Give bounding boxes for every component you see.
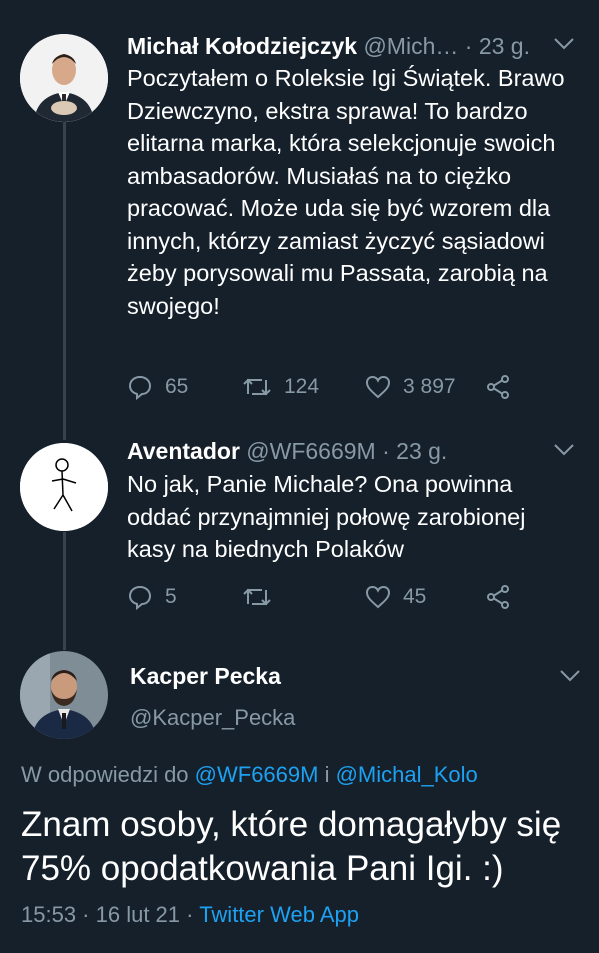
author-handle[interactable]: @WF6669M	[246, 438, 375, 464]
avatar[interactable]	[20, 651, 108, 739]
share-icon	[487, 375, 509, 399]
author-handle[interactable]: @Kacper_Pecka	[130, 705, 295, 731]
reply-count: 5	[165, 585, 177, 608]
separator: ·	[458, 33, 479, 59]
avatar[interactable]	[20, 34, 108, 122]
reply-icon	[128, 375, 152, 400]
timestamp[interactable]: 23 g.	[396, 438, 447, 464]
tweet-text: Znam osoby, które domagałyby się 75% opo…	[21, 805, 562, 888]
author-name[interactable]: Kacper Pecka	[130, 663, 281, 690]
separator: ·	[76, 902, 96, 927]
mention-link[interactable]: @Michal_Kolo	[336, 762, 478, 787]
retweet-button[interactable]	[242, 584, 365, 610]
tweet-date[interactable]: 16 lut 21	[96, 902, 180, 927]
reply-button[interactable]: 65	[127, 374, 242, 400]
chevron-down-icon[interactable]	[553, 37, 575, 56]
thread-line	[63, 122, 66, 440]
share-icon	[487, 585, 509, 609]
tweet-actions: 65 124 3 897	[127, 372, 511, 402]
share-button[interactable]	[485, 584, 511, 610]
tweet-text: No jak, Panie Michale? Ona powinna oddać…	[127, 471, 526, 562]
tweet-text: Poczytałem o Roleksie Igi Świątek. Brawo…	[127, 65, 565, 319]
author-handle[interactable]: @Mich…	[363, 33, 458, 59]
like-count: 45	[403, 585, 427, 608]
tweet-meta: 15:53 · 16 lut 21 · Twitter Web App	[21, 902, 359, 928]
timestamp[interactable]: 23 g.	[479, 33, 530, 59]
retweet-count: 124	[284, 375, 320, 398]
chevron-down-icon[interactable]	[553, 443, 575, 462]
like-icon	[365, 375, 391, 399]
retweet-icon	[243, 588, 271, 606]
chevron-down-icon[interactable]	[559, 669, 581, 688]
tweet-header: Aventador @WF6669M · 23 g.	[127, 438, 447, 465]
mention-link[interactable]: @WF6669M	[195, 762, 319, 787]
separator: ·	[180, 902, 200, 927]
author-name[interactable]: Aventador	[127, 438, 240, 464]
reply-button[interactable]: 5	[127, 584, 242, 610]
reply-icon	[128, 585, 152, 610]
thread-line	[63, 532, 66, 650]
stick-figure-avatar-image	[20, 443, 108, 531]
avatar-man-in-suit-image	[20, 34, 108, 122]
tweet-header: Michał Kołodziejczyk @Mich… · 23 g.	[127, 33, 530, 60]
replying-to-label: W odpowiedzi do	[21, 762, 195, 787]
retweet-button[interactable]: 124	[242, 374, 365, 400]
conjunction: i	[318, 762, 336, 787]
reply-count: 65	[165, 375, 189, 398]
author-name[interactable]: Michał Kołodziejczyk	[127, 33, 357, 59]
like-count: 3 897	[403, 375, 456, 398]
like-button[interactable]: 45	[365, 584, 485, 610]
avatar-bearded-man-image	[20, 651, 108, 739]
separator: ·	[375, 438, 397, 464]
source-link[interactable]: Twitter Web App	[199, 902, 359, 927]
retweet-icon	[243, 378, 271, 396]
replying-to: W odpowiedzi do @WF6669M i @Michal_Kolo	[21, 762, 478, 788]
avatar[interactable]	[20, 443, 108, 531]
tweet-actions: 5 45	[127, 582, 511, 612]
share-button[interactable]	[485, 374, 511, 400]
like-button[interactable]: 3 897	[365, 374, 485, 400]
tweet-time[interactable]: 15:53	[21, 902, 76, 927]
like-icon	[365, 585, 391, 609]
